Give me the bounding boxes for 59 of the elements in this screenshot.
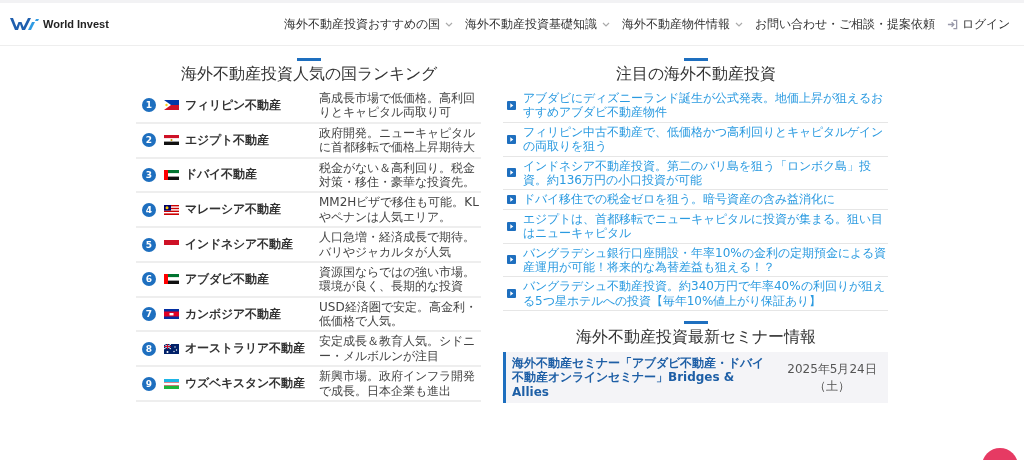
- flag-icon: [164, 204, 179, 215]
- rank-number: 4: [142, 202, 156, 217]
- logo-text[interactable]: World Invest: [43, 18, 109, 30]
- flag-icon: [164, 378, 179, 389]
- country-description: 税金がない＆高利回り。税金対策・移住・豪華な投資先。: [319, 160, 476, 190]
- login-icon: [947, 18, 958, 30]
- flag-icon: [164, 169, 179, 180]
- rank-number: 6: [142, 272, 156, 287]
- country-description: 政府開発。ニューキャピタルに首都移転で価格上昇期待大: [319, 125, 476, 155]
- country-description: 高成長市場で低価格。高利回りとキャピタル両取り可: [319, 91, 476, 120]
- play-icon: [507, 221, 516, 231]
- seminar-card[interactable]: 海外不動産セミナー「アブダビ不動産・ドバイ不動産オンラインセミナー」Bridges & Allies 2025年5月24日（土）: [503, 352, 888, 404]
- play-icon: [507, 168, 516, 178]
- country-name[interactable]: インドネシア不動産: [185, 236, 319, 253]
- play-icon: [507, 195, 516, 205]
- nav-link[interactable]: 海外不動産物件情報: [622, 15, 743, 33]
- country-name[interactable]: マレーシア不動産: [185, 201, 319, 219]
- flag-icon: [164, 100, 179, 111]
- country-name[interactable]: エジプト不動産: [185, 131, 319, 149]
- rank-number: 7: [142, 307, 156, 322]
- heading-accent-line: [683, 58, 708, 61]
- nav-link[interactable]: 海外不動産投資おすすめの国: [284, 15, 453, 33]
- rank-number: 9: [142, 376, 156, 391]
- country-description: 資源国ならではの強い市場。環境が良く、長期的な投資: [319, 264, 476, 294]
- section-heading: 注目の海外不動産投資: [614, 64, 777, 85]
- nav-link[interactable]: 海外不動産投資基礎知識: [465, 15, 610, 33]
- rank-number: 3: [142, 167, 156, 182]
- country-name[interactable]: フィリピン不動産: [185, 96, 319, 114]
- section-heading: 海外不動産投資人気の国ランキング: [179, 64, 438, 85]
- country-description: 新興市場。政府インフラ開発で成長。日本企業も進出: [319, 369, 476, 399]
- play-icon: [507, 100, 516, 110]
- flag-icon: [164, 274, 179, 285]
- play-icon: [507, 289, 516, 299]
- country-name[interactable]: カンボジア不動産: [185, 305, 319, 323]
- nav-link[interactable]: お問い合わせ・ご相談・提案依頼: [755, 15, 935, 33]
- rank-number: 8: [142, 341, 156, 356]
- seminar-date: 2025年5月24日（土）: [786, 360, 878, 395]
- country-name[interactable]: ウズベキスタン不動産: [185, 375, 319, 393]
- logo-icon[interactable]: [10, 16, 40, 32]
- flag-icon: [164, 343, 179, 354]
- rank-number: 1: [142, 98, 156, 113]
- country-name[interactable]: オーストラリア不動産: [185, 340, 319, 358]
- country-description: 人口急増・経済成長で期待。バリやジャカルタが人気: [319, 230, 476, 259]
- country-description: MM2Hビザで移住も可能。KLやペナンは人気エリア。: [319, 195, 480, 225]
- heading-accent-line: [296, 58, 321, 61]
- flag-icon: [164, 309, 179, 320]
- country-description: USD経済圏で安定。高金利・低価格で人気。: [319, 299, 478, 329]
- login-link[interactable]: ログイン: [947, 15, 1010, 33]
- heading-accent-line: [683, 321, 708, 325]
- play-icon: [507, 255, 516, 265]
- rank-number: 5: [142, 237, 156, 252]
- rank-number: 2: [142, 133, 156, 148]
- country-name[interactable]: ドバイ不動産: [185, 166, 319, 184]
- section-heading: 海外不動産投資最新セミナー情報: [574, 327, 817, 349]
- flag-icon: [164, 135, 179, 146]
- country-description: 安定成長＆教育人気。シドニー・メルボルンが注目: [319, 334, 476, 364]
- seminar-title[interactable]: 海外不動産セミナー「アブダビ不動産・ドバイ不動産オンラインセミナー」Bridges & Allies: [512, 356, 774, 400]
- play-icon: [507, 134, 516, 144]
- country-name[interactable]: アブダビ不動産: [185, 270, 319, 288]
